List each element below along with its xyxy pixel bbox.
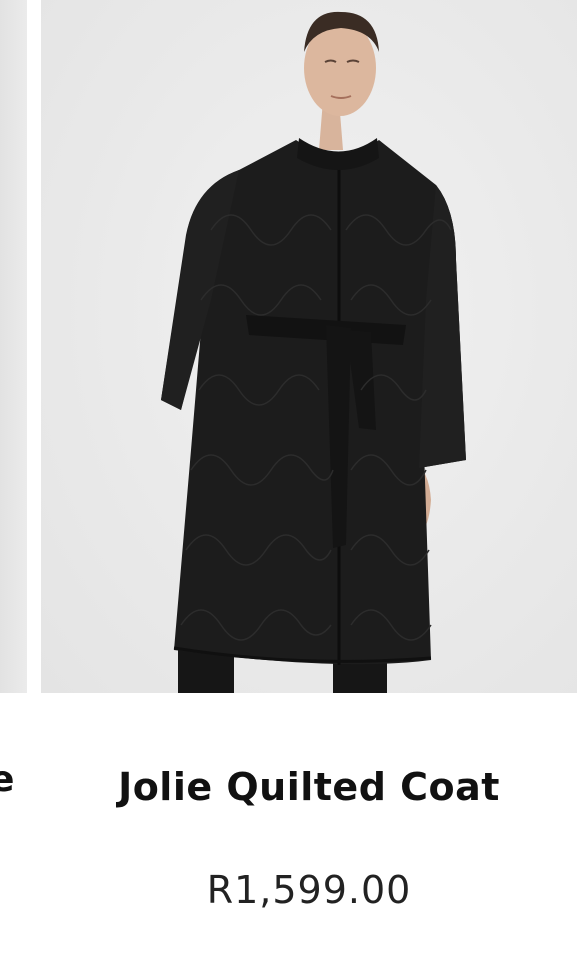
product-carousel: e Jolie Quilted Coat R1,599.00	[0, 0, 577, 976]
product-price: R1,599.00	[206, 868, 412, 912]
model-wearing-coat-illustration	[161, 11, 466, 693]
product-card[interactable]: Jolie Quilted Coat R1,599.00	[41, 0, 577, 976]
previous-product-card[interactable]: e	[0, 0, 30, 976]
product-image[interactable]	[41, 0, 577, 693]
previous-product-title[interactable]: e	[0, 762, 14, 798]
product-title[interactable]: Jolie Quilted Coat	[41, 766, 577, 809]
previous-product-image[interactable]	[0, 0, 27, 693]
